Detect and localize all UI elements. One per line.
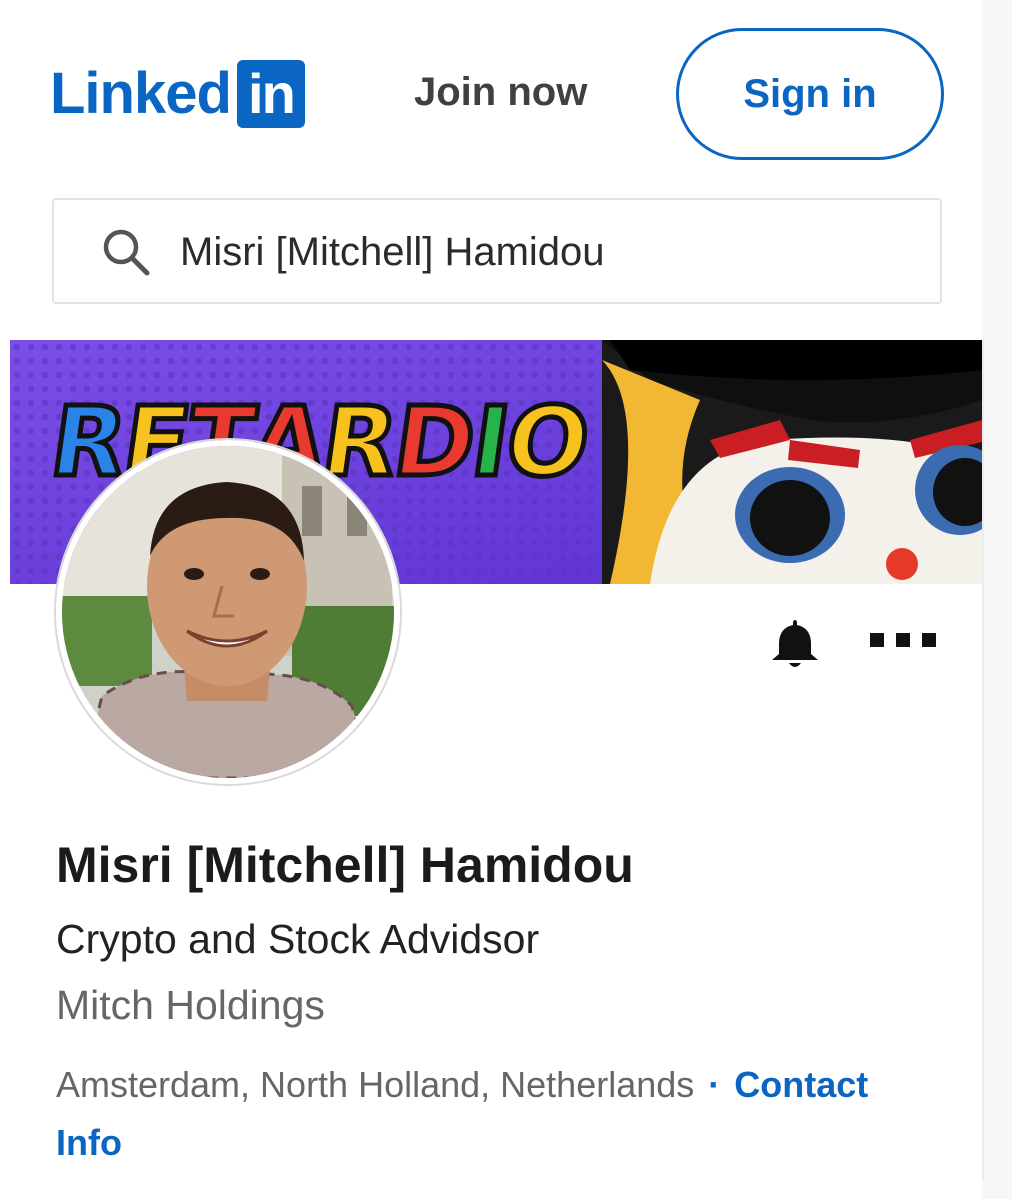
- search-bar[interactable]: Misri [Mitchell] Hamidou: [52, 198, 942, 304]
- banner-letter: O: [496, 384, 596, 501]
- scroll-edge: [982, 0, 1012, 1199]
- avatar[interactable]: [56, 440, 400, 784]
- profile-company[interactable]: Mitch Holdings: [56, 982, 325, 1029]
- search-input[interactable]: Misri [Mitchell] Hamidou: [180, 230, 605, 275]
- profile-location-line: Amsterdam, North Holland, Netherlands · Co…: [56, 1056, 936, 1172]
- sign-in-button[interactable]: Sign in: [676, 28, 944, 160]
- more-icon: [870, 633, 884, 647]
- more-icon-dot: [922, 633, 936, 647]
- logo-wordmark: Linked: [50, 61, 232, 126]
- profile-headline: Crypto and Stock Advidsor: [56, 916, 540, 962]
- follow-notification-button[interactable]: [766, 614, 824, 672]
- bell-icon: [772, 620, 818, 667]
- search-icon: [103, 229, 150, 276]
- logo-in-box: in: [236, 60, 305, 128]
- profile-location: Amsterdam, North Holland, Netherlands: [56, 1064, 695, 1105]
- profile-photo: [62, 446, 394, 778]
- more-icon-dot: [896, 633, 910, 647]
- linkedin-logo[interactable]: Linked in: [50, 58, 305, 130]
- profile-card: RETARDIO Misri [Mitchell] Hamidou Crypto…: [10, 340, 984, 1180]
- profile-name: Misri [Mitchell] Hamidou: [56, 837, 634, 893]
- banner-letter: R: [42, 384, 135, 501]
- banner-letter: D: [385, 384, 483, 501]
- join-now-button[interactable]: Join now: [414, 70, 587, 115]
- more-options-button[interactable]: [870, 620, 936, 660]
- top-navigation: Linked in Join now Sign in: [0, 0, 1012, 180]
- separator-dot: ·: [708, 1064, 721, 1105]
